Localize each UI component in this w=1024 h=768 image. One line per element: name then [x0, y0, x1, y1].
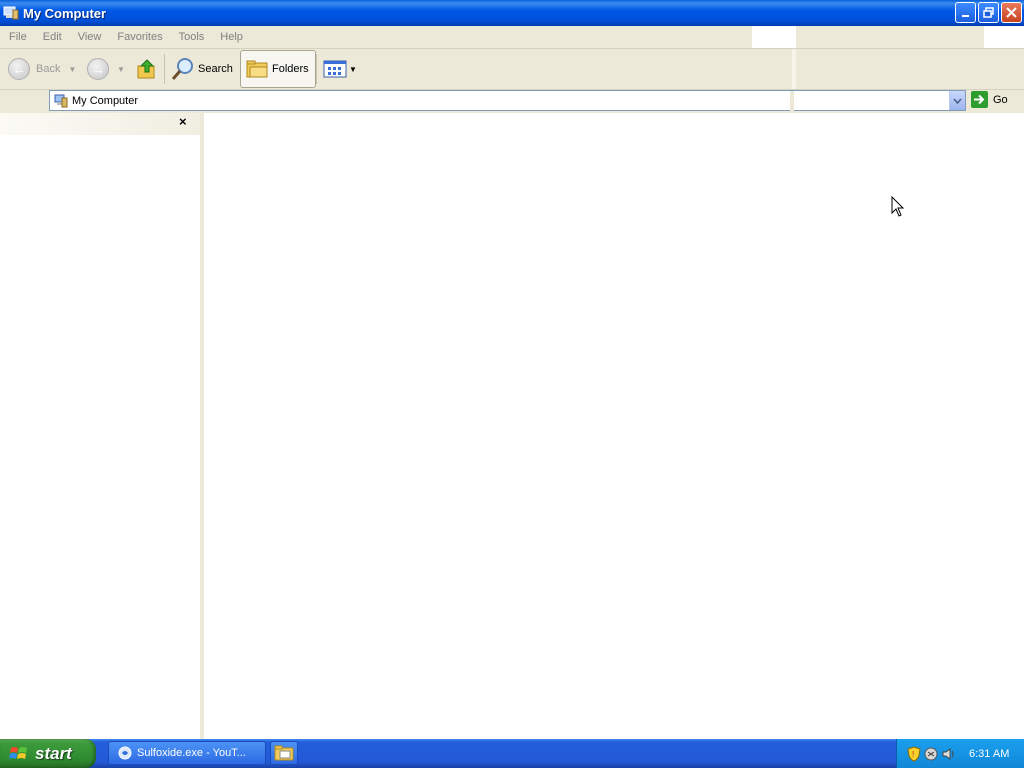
taskbar-task-label: Sulfoxide.exe - YouT... [137, 747, 246, 759]
address-dropdown-button[interactable] [949, 91, 965, 110]
menu-view[interactable]: View [70, 31, 110, 43]
folders-button[interactable]: Folders [240, 50, 316, 88]
menu-file[interactable]: File [0, 31, 35, 43]
folders-label: Folders [272, 63, 309, 75]
chevron-down-icon [953, 97, 962, 104]
menu-bar: File Edit View Favorites Tools Help [0, 26, 1024, 49]
start-button[interactable]: start [0, 739, 96, 768]
menu-favorites[interactable]: Favorites [109, 31, 170, 43]
windows-logo-area [984, 26, 1024, 48]
start-label: start [35, 743, 72, 763]
go-arrow-icon [971, 91, 988, 108]
up-folder-button[interactable] [135, 51, 159, 87]
back-arrow-icon: ← [8, 58, 30, 80]
folders-icon [246, 60, 268, 78]
minimize-button[interactable] [955, 2, 976, 23]
forward-dropdown-icon[interactable]: ▼ [117, 65, 125, 74]
go-button[interactable]: Go [971, 91, 1008, 108]
views-dropdown-icon: ▼ [349, 64, 357, 74]
my-computer-small-icon [54, 94, 68, 107]
mouse-cursor-icon [891, 195, 905, 221]
taskbar: start Sulfoxide.exe - YouT... ! 6:31 AM [0, 739, 1024, 768]
search-button[interactable]: Search [171, 51, 233, 87]
toolbar-separator [164, 54, 165, 84]
back-label: Back [36, 63, 61, 75]
forward-arrow-icon: → [87, 58, 109, 80]
restore-icon [983, 7, 994, 18]
close-pane-button[interactable]: × [179, 114, 187, 129]
back-button[interactable]: ← Back ▼ [8, 51, 76, 87]
window-title: My Computer [23, 5, 107, 21]
system-tray: ! 6:31 AM [896, 739, 1024, 768]
minimize-icon [961, 14, 969, 17]
address-input[interactable]: My Computer [49, 90, 966, 111]
views-icon [323, 60, 347, 78]
forward-button[interactable]: → ▼ [87, 51, 125, 87]
address-bar: My Computer Go [0, 90, 1024, 113]
title-bar[interactable]: My Computer [0, 0, 1024, 26]
search-label: Search [198, 63, 233, 75]
toolbar-band-divider [792, 49, 796, 89]
explorer-folder-icon [274, 745, 294, 761]
up-folder-icon [137, 59, 155, 79]
close-icon [1006, 7, 1017, 18]
network-icon[interactable] [924, 747, 938, 761]
clock[interactable]: 6:31 AM [969, 748, 1009, 760]
taskbar-task-explorer[interactable] [270, 741, 298, 765]
go-label: Go [993, 93, 1008, 106]
svg-text:!: ! [912, 750, 914, 759]
menu-help[interactable]: Help [212, 31, 251, 43]
throbber-area [752, 26, 796, 48]
close-button[interactable] [1001, 2, 1022, 23]
security-shield-icon[interactable]: ! [907, 745, 921, 762]
menu-edit[interactable]: Edit [35, 31, 70, 43]
toolbar-separator [316, 54, 317, 84]
views-button[interactable]: ▼ [323, 51, 357, 87]
taskbar-task-browser[interactable]: Sulfoxide.exe - YouT... [108, 741, 266, 765]
folders-pane-header: × [0, 113, 200, 135]
folders-pane: × [0, 113, 200, 739]
my-computer-icon [3, 6, 19, 20]
address-value: My Computer [72, 94, 139, 107]
back-dropdown-icon[interactable]: ▼ [68, 65, 76, 74]
address-band-divider [790, 91, 794, 111]
restore-button[interactable] [978, 2, 999, 23]
volume-icon[interactable] [941, 747, 955, 761]
menu-tools[interactable]: Tools [171, 31, 213, 43]
browser-icon [118, 746, 132, 760]
windows-flag-icon [9, 746, 27, 759]
standard-toolbar: ← Back ▼ → ▼ Search Folders ▼ [0, 49, 1024, 90]
search-icon [171, 58, 193, 80]
